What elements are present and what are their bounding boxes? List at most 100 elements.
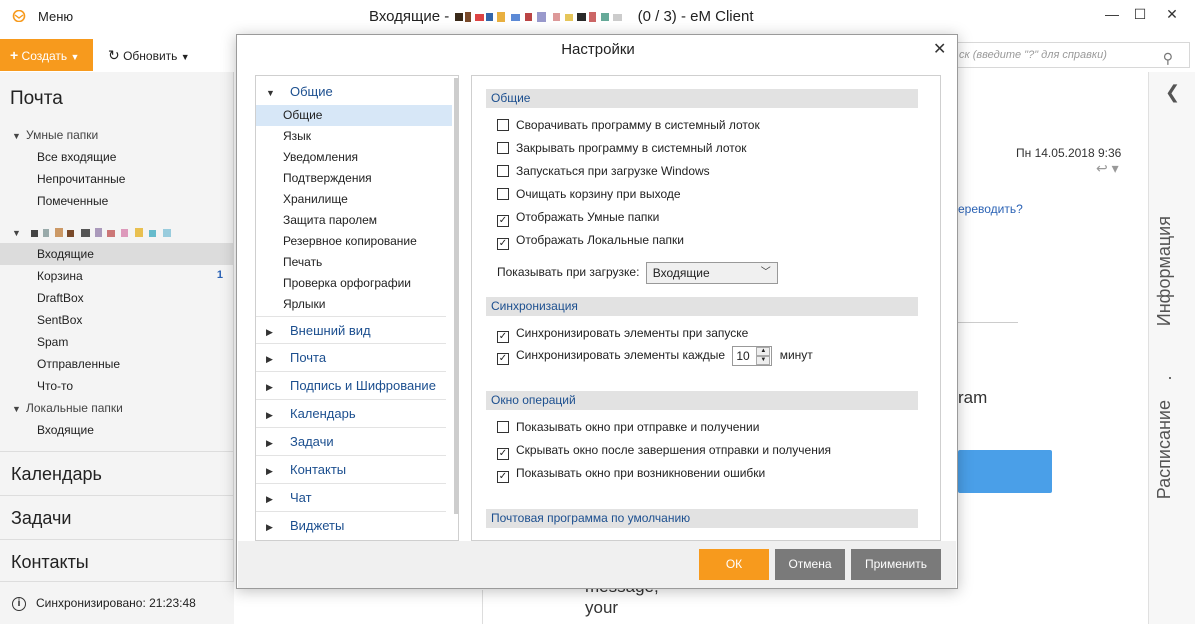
stepper-down-icon[interactable]: ▼ [756, 356, 771, 365]
account-group[interactable]: ▼ [12, 225, 189, 240]
option-close-to-tray[interactable]: Закрывать программу в системный лоток [497, 141, 747, 155]
checkbox-checked[interactable]: ✓ [497, 471, 509, 483]
close-icon[interactable]: ✕ [1157, 6, 1187, 26]
search-input[interactable]: ск (введите "?" для справки) ⚲ [940, 42, 1190, 68]
refresh-button[interactable]: ↻ Обновить ▼ [108, 39, 190, 71]
nav-scrollbar[interactable] [454, 78, 459, 514]
local-folders-group[interactable]: ▼ Локальные папки [12, 401, 123, 415]
apply-button[interactable]: Применить [851, 549, 941, 580]
nav-section-contacts[interactable]: Контакты [0, 539, 234, 583]
sidebar-item-trash[interactable]: Корзина 1 [0, 269, 233, 283]
sidebar-item-local-inbox[interactable]: Входящие [37, 423, 94, 437]
checkbox[interactable] [497, 421, 509, 433]
checkbox-checked[interactable]: ✓ [497, 353, 509, 366]
nav-item-notifications[interactable]: Уведомления [256, 147, 452, 168]
option-minimize-to-tray[interactable]: Сворачивать программу в системный лоток [497, 118, 760, 132]
expand-arrow-icon[interactable]: ▶ [266, 457, 290, 485]
menu-button[interactable]: Меню [38, 9, 73, 24]
sync-interval-stepper[interactable]: 10 ▲ ▼ [732, 346, 773, 366]
checkbox-checked[interactable]: ✓ [497, 215, 509, 227]
expand-arrow-icon[interactable]: ▶ [266, 513, 290, 541]
chevron-left-icon[interactable]: ❮ [1165, 82, 1180, 103]
checkbox[interactable] [497, 142, 509, 154]
sidebar-item-sent[interactable]: Отправленные [37, 357, 120, 371]
option-show-local-folders[interactable]: ✓ Отображать Локальные папки [497, 233, 684, 250]
expand-arrow-icon[interactable]: ▼ [266, 79, 290, 107]
expand-arrow-icon[interactable]: ▶ [266, 345, 290, 373]
checkbox[interactable] [497, 188, 509, 200]
nav-category-tasks[interactable]: ▶ Задачи [256, 428, 446, 456]
nav-item-storage[interactable]: Хранилище [256, 189, 452, 210]
sidebar-item-unread[interactable]: Непрочитанные [37, 172, 125, 186]
info-tab[interactable]: Информация [1154, 216, 1175, 326]
option-show-smart-folders[interactable]: ✓ Отображать Умные папки [497, 210, 659, 227]
expand-arrow-icon[interactable]: ▼ [12, 228, 26, 238]
expand-arrow-icon[interactable]: ▶ [266, 429, 290, 457]
divider [482, 590, 483, 624]
nav-section-calendar[interactable]: Календарь [0, 451, 234, 495]
expand-arrow-icon[interactable]: ▼ [12, 131, 26, 141]
option-run-at-startup[interactable]: Запускаться при загрузке Windows [497, 164, 710, 178]
nav-category-calendar[interactable]: ▶ Календарь [256, 400, 446, 428]
sidebar-item-flagged[interactable]: Помеченные [37, 194, 108, 208]
close-icon[interactable]: ✕ [933, 39, 946, 59]
option-sync-on-start[interactable]: ✓ Синхронизировать элементы при запуске [497, 326, 748, 343]
nav-item-language[interactable]: Язык [256, 126, 452, 147]
option-show-window-send[interactable]: Показывать окно при отправке и получении [497, 420, 759, 434]
nav-item-backup[interactable]: Резервное копирование [256, 231, 452, 252]
sidebar-item-all-inbox[interactable]: Все входящие [37, 150, 116, 164]
schedule-tab[interactable]: Расписание [1154, 400, 1175, 499]
nav-section-tasks[interactable]: Задачи [0, 495, 234, 539]
expand-arrow-icon[interactable]: ▶ [266, 373, 290, 401]
maximize-icon[interactable]: ☐ [1125, 6, 1155, 26]
nav-category-mail[interactable]: ▶ Почта [256, 344, 446, 372]
expand-arrow-icon[interactable]: ▼ [12, 404, 26, 414]
nav-item-confirmations[interactable]: Подтверждения [256, 168, 452, 189]
search-icon[interactable]: ⚲ [1163, 46, 1173, 70]
sidebar-item-spam[interactable]: Spam [37, 335, 68, 349]
cancel-button[interactable]: Отмена [775, 549, 845, 580]
nav-category-general[interactable]: ▼ Общие [256, 78, 446, 106]
option-show-window-error[interactable]: ✓ Показывать окно при возникновении ошибк… [497, 466, 765, 483]
expand-arrow-icon[interactable]: ▶ [266, 318, 290, 346]
nav-category-chat[interactable]: ▶ Чат [256, 484, 446, 512]
option-hide-window-after[interactable]: ✓ Скрывать окно после завершения отправки… [497, 443, 831, 460]
sidebar-item-inbox[interactable]: Входящие [0, 243, 233, 265]
message-button[interactable] [958, 450, 1052, 493]
ok-button[interactable]: ОК [699, 549, 769, 580]
nav-item-print[interactable]: Печать [256, 252, 452, 273]
checkbox[interactable] [497, 119, 509, 131]
checkbox-checked[interactable]: ✓ [497, 448, 509, 460]
reply-icon[interactable]: ↩ ▾ [1096, 160, 1119, 177]
app-logo-icon[interactable] [12, 10, 26, 22]
checkbox-checked[interactable]: ✓ [497, 331, 509, 343]
checkbox[interactable] [497, 165, 509, 177]
refresh-button-label: Обновить [123, 49, 178, 63]
sidebar-item-draftbox[interactable]: DraftBox [37, 291, 84, 305]
startup-folder-select[interactable]: Входящие ﹀ [645, 262, 778, 284]
startup-folder-row: Показывать при загрузке: Входящие ﹀ [497, 262, 778, 284]
expand-arrow-icon[interactable]: ▶ [266, 401, 290, 429]
nav-category-appearance[interactable]: ▶ Внешний вид [256, 316, 446, 344]
translate-link[interactable]: ереводить? [958, 202, 1023, 216]
checkbox-checked[interactable]: ✓ [497, 238, 509, 250]
option-empty-trash[interactable]: Очищать корзину при выходе [497, 187, 681, 201]
nav-item-general[interactable]: Общие [256, 105, 452, 126]
nav-category-signature[interactable]: ▶ Подпись и Шифрование [256, 372, 446, 400]
create-button[interactable]: + Создать ▼ [0, 39, 93, 71]
mail-header[interactable]: Почта [10, 88, 63, 110]
plus-icon: + [10, 47, 19, 63]
smart-folders-group[interactable]: ▼ Умные папки [12, 128, 98, 142]
sidebar-item-something[interactable]: Что-то [37, 379, 73, 393]
message-body-fragment: ram [958, 388, 988, 407]
nav-item-shortcuts[interactable]: Ярлыки [256, 294, 452, 315]
nav-category-contacts[interactable]: ▶ Контакты [256, 456, 446, 484]
minimize-icon[interactable]: — [1097, 6, 1127, 26]
nav-item-spellcheck[interactable]: Проверка орфографии [256, 273, 452, 294]
nav-category-widgets[interactable]: ▶ Виджеты [256, 512, 446, 540]
nav-item-password[interactable]: Защита паролем [256, 210, 452, 231]
stepper-up-icon[interactable]: ▲ [756, 347, 771, 356]
sidebar-item-sentbox[interactable]: SentBox [37, 313, 82, 327]
option-sync-every[interactable]: ✓ Синхронизировать элементы каждые 10 ▲ ▼… [497, 346, 813, 366]
expand-arrow-icon[interactable]: ▶ [266, 485, 290, 513]
